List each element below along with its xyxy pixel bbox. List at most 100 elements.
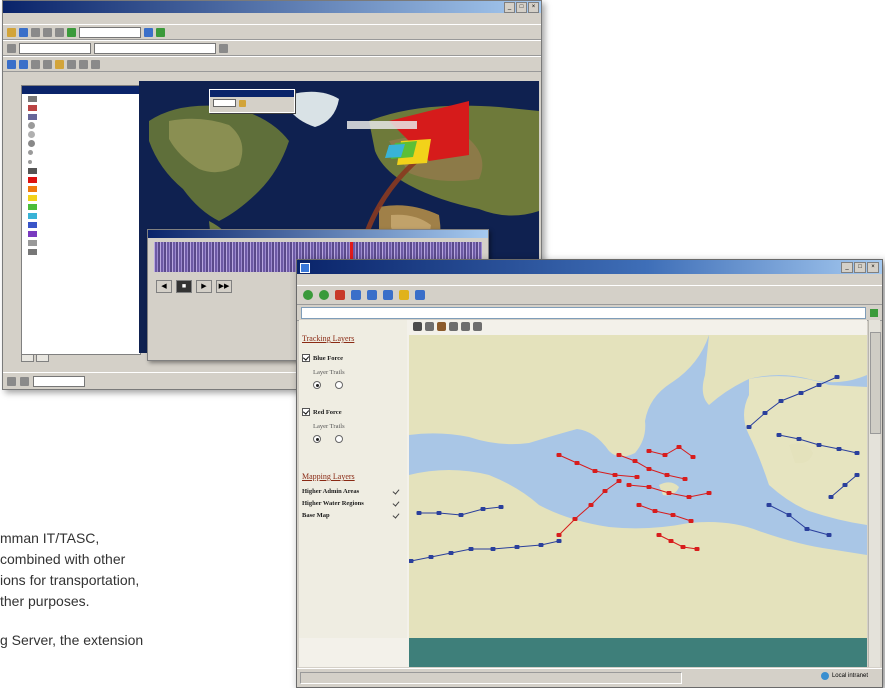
blue-force-checkbox[interactable] <box>302 354 310 362</box>
back-button[interactable] <box>303 290 313 300</box>
play-icon[interactable]: ▶ <box>196 280 212 293</box>
editor-icon[interactable] <box>144 27 153 37</box>
blue-trails-on-radio[interactable] <box>335 381 343 389</box>
toc-row[interactable] <box>22 202 140 211</box>
red-force-toggle[interactable]: Red Force <box>302 408 342 416</box>
blue-trails-off-radio[interactable] <box>313 381 321 389</box>
toc-row[interactable] <box>22 166 140 175</box>
toc-row[interactable] <box>22 148 140 157</box>
maximize-icon[interactable]: □ <box>854 262 866 273</box>
refresh-map-icon[interactable] <box>473 322 482 331</box>
red-trails-on-radio[interactable] <box>335 435 343 443</box>
toc-row[interactable] <box>22 247 140 256</box>
track-point[interactable] <box>646 485 652 489</box>
track-point[interactable] <box>592 469 598 473</box>
toc-row[interactable] <box>22 157 140 166</box>
track-point[interactable] <box>556 453 562 457</box>
track-point[interactable] <box>666 491 672 495</box>
zoom-out-icon[interactable] <box>19 59 28 69</box>
rewind-icon[interactable]: ◀ <box>156 280 172 293</box>
toc-row[interactable] <box>22 238 140 247</box>
track-point[interactable] <box>842 483 848 487</box>
mapping-layer-item[interactable]: Higher Admin Areas <box>302 488 359 495</box>
zoom-out-icon[interactable] <box>425 322 434 331</box>
blue-force-toggle[interactable]: Blue Force <box>302 354 343 362</box>
track-point[interactable] <box>468 547 474 551</box>
page-scrollbar[interactable] <box>868 320 881 667</box>
layer-icon[interactable] <box>7 43 16 53</box>
track-point[interactable] <box>682 477 688 481</box>
stop-playback-icon[interactable]: ■ <box>176 280 192 293</box>
address-input[interactable] <box>301 306 866 319</box>
zoom-in-icon[interactable] <box>413 322 422 331</box>
close-icon[interactable]: × <box>867 262 879 273</box>
track-point[interactable] <box>828 495 834 499</box>
copy-icon[interactable] <box>55 27 64 37</box>
track-point[interactable] <box>816 443 822 447</box>
track-point[interactable] <box>556 539 562 543</box>
track-point[interactable] <box>676 445 682 449</box>
go-button[interactable] <box>870 308 878 317</box>
full-extent-icon[interactable] <box>461 322 470 331</box>
track-point[interactable] <box>574 461 580 465</box>
toc-row[interactable] <box>22 139 140 148</box>
track-point[interactable] <box>634 475 640 479</box>
mapping-layer-checkbox[interactable] <box>393 488 399 494</box>
select-icon[interactable] <box>67 59 76 69</box>
track-point[interactable] <box>602 489 608 493</box>
red-force-checkbox[interactable] <box>302 408 310 416</box>
scale-field[interactable] <box>79 26 141 38</box>
mapping-layer-checkbox[interactable] <box>393 500 399 506</box>
track-point[interactable] <box>664 473 670 477</box>
scrollbar-thumb[interactable] <box>870 332 881 434</box>
track-point[interactable] <box>826 533 832 537</box>
toc-row[interactable] <box>22 229 140 238</box>
track-point[interactable] <box>854 473 860 477</box>
toc-row[interactable] <box>22 211 140 220</box>
home-button[interactable] <box>367 290 377 300</box>
history-button[interactable] <box>415 290 425 300</box>
track-point[interactable] <box>668 539 674 543</box>
forward-step-icon[interactable]: ▶▶ <box>216 280 232 293</box>
draw-icon[interactable] <box>7 376 16 386</box>
select-elements-icon[interactable] <box>20 376 29 386</box>
measure-icon[interactable] <box>79 59 88 69</box>
toc-row[interactable] <box>22 184 140 193</box>
font-select[interactable] <box>33 375 85 387</box>
track-point[interactable] <box>514 545 520 549</box>
track-point[interactable] <box>588 503 594 507</box>
minimize-icon[interactable]: _ <box>504 2 515 13</box>
tab-display[interactable] <box>21 354 35 362</box>
track-point[interactable] <box>416 511 422 515</box>
track-point[interactable] <box>786 513 792 517</box>
identify-icon[interactable] <box>449 322 458 331</box>
track-point[interactable] <box>836 447 842 451</box>
track-point[interactable] <box>804 527 810 531</box>
track-point[interactable] <box>646 449 652 453</box>
pan-icon[interactable] <box>437 322 446 331</box>
full-extent-icon[interactable] <box>43 59 52 69</box>
mapping-layer-item[interactable]: Base Map <box>302 512 330 519</box>
track-point[interactable] <box>428 555 434 559</box>
playback-icon[interactable] <box>238 99 246 107</box>
track-point[interactable] <box>834 375 840 379</box>
favorites-button[interactable] <box>399 290 409 300</box>
track-point[interactable] <box>632 459 638 463</box>
open-icon[interactable] <box>7 27 16 37</box>
track-point[interactable] <box>746 425 752 429</box>
identify-icon[interactable] <box>55 59 64 69</box>
help-icon[interactable] <box>156 27 165 37</box>
track-point[interactable] <box>572 517 578 521</box>
find-icon[interactable] <box>91 59 100 69</box>
track-point[interactable] <box>766 503 772 507</box>
track-point[interactable] <box>670 513 676 517</box>
pan-icon[interactable] <box>31 59 40 69</box>
toc-row[interactable] <box>22 220 140 229</box>
track-point[interactable] <box>816 383 822 387</box>
search-button[interactable] <box>383 290 393 300</box>
dropdown-icon[interactable] <box>219 43 228 53</box>
track-point[interactable] <box>490 547 496 551</box>
track-point[interactable] <box>690 455 696 459</box>
add-data-icon[interactable] <box>67 27 76 37</box>
track-point[interactable] <box>616 453 622 457</box>
